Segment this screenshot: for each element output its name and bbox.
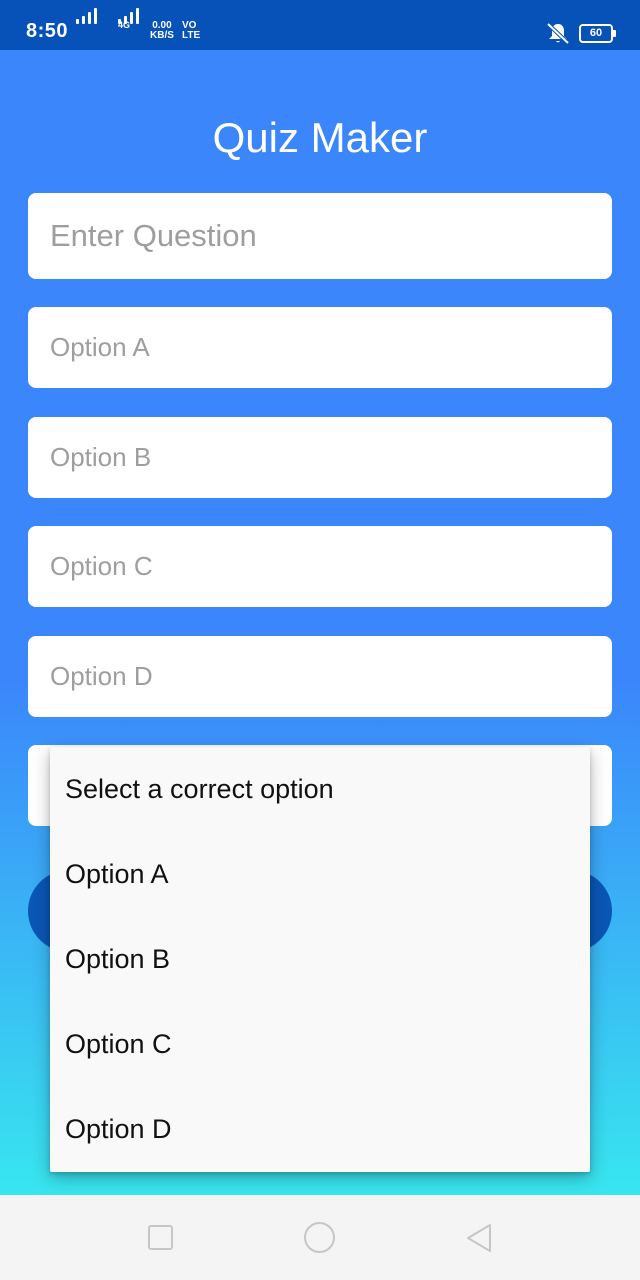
- dropdown-item-option-d[interactable]: Option D: [50, 1087, 590, 1172]
- square-icon[interactable]: [148, 1225, 173, 1250]
- question-input[interactable]: [50, 218, 612, 254]
- option-d-field[interactable]: [28, 636, 612, 717]
- option-a-field[interactable]: [28, 307, 612, 388]
- circle-icon[interactable]: [304, 1222, 335, 1253]
- network-speed-unit: KB/S: [150, 30, 174, 41]
- battery-icon: 60: [579, 24, 616, 43]
- bell-muted-icon: [546, 22, 570, 45]
- option-c-field[interactable]: [28, 526, 612, 607]
- option-a-input[interactable]: [50, 332, 612, 363]
- option-b-input[interactable]: [50, 442, 612, 473]
- option-c-input[interactable]: [50, 551, 612, 582]
- dropdown-item-placeholder[interactable]: Select a correct option: [50, 747, 590, 832]
- page-title: Quiz Maker: [212, 114, 428, 161]
- volte-bottom: LTE: [182, 30, 201, 41]
- dropdown-item-option-a[interactable]: Option A: [50, 832, 590, 917]
- dropdown-item-option-b[interactable]: Option B: [50, 917, 590, 1002]
- status-time: 8:50: [26, 20, 69, 42]
- volte-indicator: VO LTE: [182, 21, 200, 41]
- correct-option-dropdown: Select a correct option Option A Option …: [50, 747, 590, 1172]
- dropdown-item-option-c[interactable]: Option C: [50, 1002, 590, 1087]
- option-b-field[interactable]: [28, 417, 612, 498]
- option-d-input[interactable]: [50, 661, 612, 692]
- triangle-back-icon[interactable]: [464, 1222, 494, 1254]
- status-bar: 8:50 4G 0.00 KB/S VO LTE 60: [0, 0, 640, 50]
- navigation-bar: [0, 1195, 640, 1280]
- question-field[interactable]: [28, 193, 612, 279]
- network-speed: 0.00 KB/S: [150, 21, 174, 41]
